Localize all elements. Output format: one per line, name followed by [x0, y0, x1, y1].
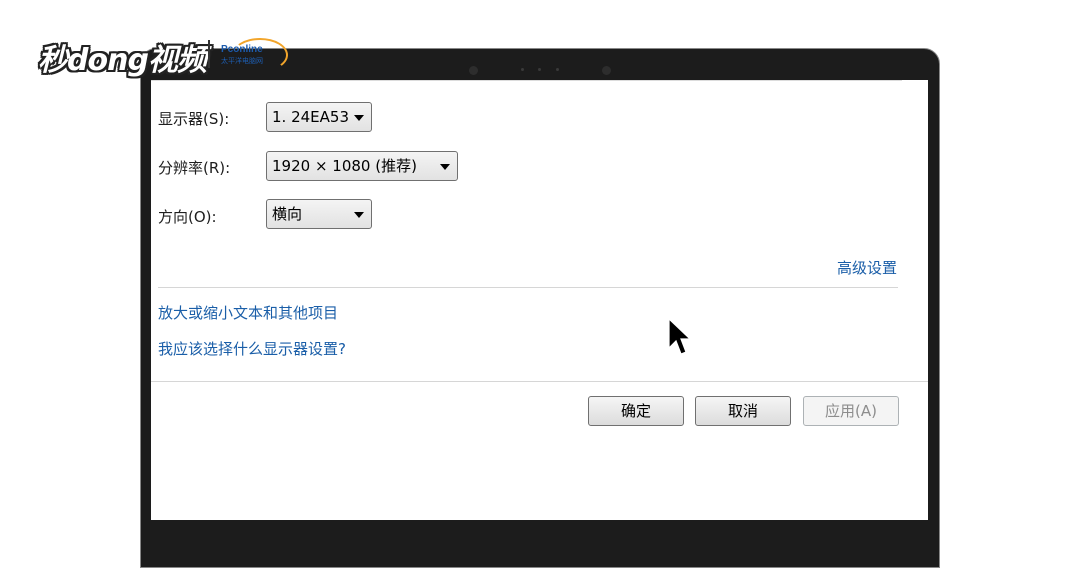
chevron-down-icon [354, 212, 364, 218]
camera-icon [602, 66, 611, 75]
apply-button[interactable]: 应用(A) [803, 396, 899, 426]
chevron-down-icon [440, 164, 450, 170]
text-size-link[interactable]: 放大或缩小文本和其他项目 [158, 302, 338, 323]
bezel-dot-icon [538, 68, 541, 71]
resolution-label: 分辨率(R): [158, 159, 231, 177]
which-settings-link[interactable]: 我应该选择什么显示器设置? [158, 338, 346, 359]
footer-divider [151, 381, 928, 382]
section-divider [158, 287, 898, 288]
display-select-value: 1. 24EA53 [272, 108, 349, 126]
display-label: 显示器(S): [158, 110, 230, 128]
partner-logo: Pconline [221, 44, 263, 55]
bezel-dot-icon [521, 68, 524, 71]
chevron-down-icon [354, 115, 364, 121]
watermark-divider [208, 40, 210, 68]
cancel-button[interactable]: 取消 [695, 396, 791, 426]
partner-logo-sub: 太平洋电脑网 [221, 58, 263, 65]
resolution-select[interactable]: 1920 × 1080 (推荐) [266, 151, 458, 181]
advanced-settings-link[interactable]: 高级设置 [837, 257, 897, 278]
resolution-select-value: 1920 × 1080 (推荐) [272, 157, 417, 175]
display-select[interactable]: 1. 24EA53 [266, 102, 372, 132]
bezel-dot-icon [556, 68, 559, 71]
orientation-label: 方向(O): [158, 208, 217, 226]
watermark-brand: 秒dong视频 [38, 43, 207, 78]
orientation-select-value: 横向 [272, 205, 303, 223]
screen-resolution-dialog: 显示器(S): 1. 24EA53 分辨率(R): 1920 × 1080 (推… [151, 80, 928, 520]
bezel-sensor-icon [469, 66, 478, 75]
top-divider [151, 80, 902, 81]
orientation-select[interactable]: 横向 [266, 199, 372, 229]
mouse-cursor-icon [668, 318, 692, 355]
ok-button[interactable]: 确定 [588, 396, 684, 426]
